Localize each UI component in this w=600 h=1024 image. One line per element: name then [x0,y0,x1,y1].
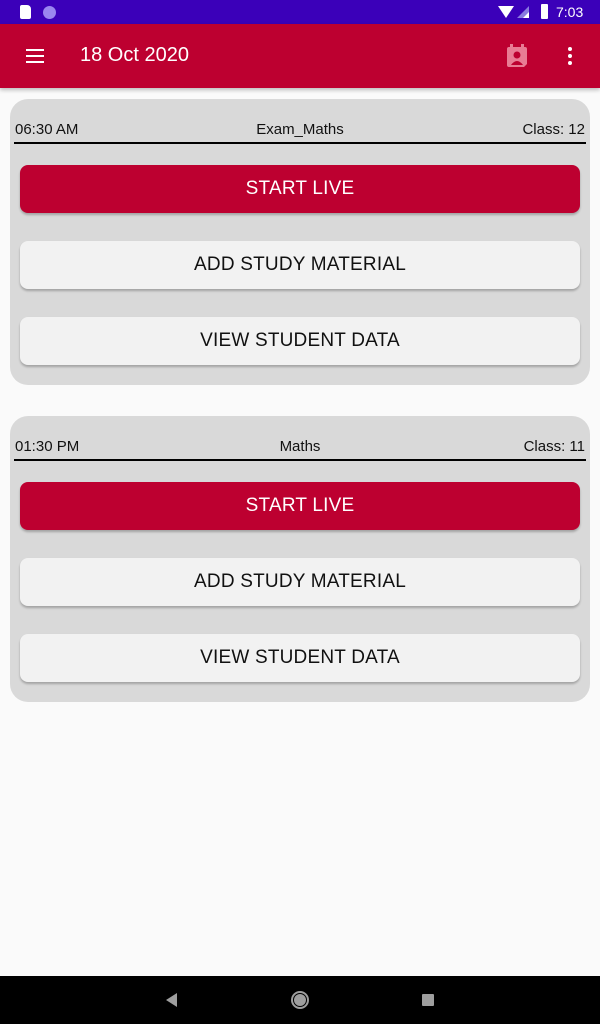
more-vert-icon[interactable] [560,42,580,70]
session-list: 06:30 AM Exam_Maths Class: 12 START LIVE… [10,99,590,733]
sd-card-icon [20,5,31,19]
menu-icon[interactable] [22,46,50,66]
start-live-button[interactable]: START LIVE [20,165,580,213]
wifi-icon [498,6,514,18]
recents-icon[interactable] [422,994,434,1006]
session-class: Class: 12 [522,121,585,138]
battery-icon [541,4,548,19]
session-card: 06:30 AM Exam_Maths Class: 12 START LIVE… [10,99,590,385]
system-nav-bar [0,976,600,1024]
session-header: 06:30 AM Exam_Maths Class: 12 [14,99,586,144]
page-title: 18 Oct 2020 [80,44,189,66]
status-time: 7:03 [556,4,584,20]
session-header: 01:30 PM Maths Class: 11 [14,416,586,461]
start-live-button[interactable]: START LIVE [20,482,580,530]
app-bar: 18 Oct 2020 [0,24,600,88]
back-icon[interactable] [166,993,177,1007]
view-student-data-button[interactable]: VIEW STUDENT DATA [20,317,580,365]
view-student-data-button[interactable]: VIEW STUDENT DATA [20,634,580,682]
session-subject: Exam_Maths [256,121,344,138]
home-icon[interactable] [291,991,309,1009]
session-card: 01:30 PM Maths Class: 11 START LIVE ADD … [10,416,590,702]
calendar-person-icon[interactable] [505,43,529,69]
session-subject: Maths [279,438,321,455]
signal-icon [517,6,529,18]
add-study-material-button[interactable]: ADD STUDY MATERIAL [20,241,580,289]
status-bar: 7:03 [0,0,600,24]
notification-dot-icon [43,6,56,19]
session-class: Class: 11 [523,438,585,455]
add-study-material-button[interactable]: ADD STUDY MATERIAL [20,558,580,606]
